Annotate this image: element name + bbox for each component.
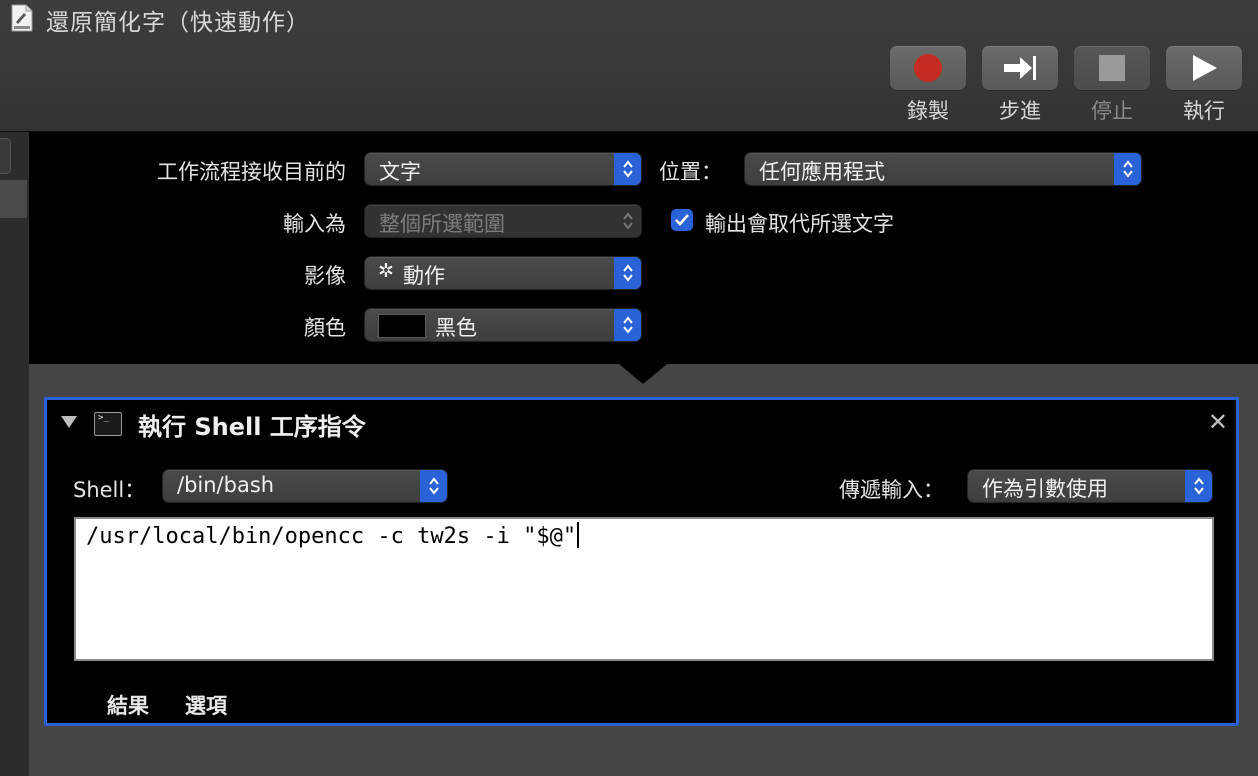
sidebar-selected-item[interactable] xyxy=(0,180,27,218)
image-popup[interactable]: ✲ 動作 xyxy=(365,257,641,289)
stop-icon xyxy=(1099,55,1125,81)
gear-icon: ✲ xyxy=(378,260,394,282)
step-button[interactable] xyxy=(982,46,1058,90)
input-label: 輸入為 xyxy=(283,212,346,236)
run-button[interactable] xyxy=(1166,46,1242,90)
workflow-document-icon xyxy=(11,4,33,32)
updown-chevron-icon xyxy=(614,309,641,341)
receives-popup[interactable]: 文字 xyxy=(365,153,641,185)
step-label: 步進 xyxy=(999,99,1041,123)
options-tab[interactable]: 選項 xyxy=(185,690,227,720)
pass-input-label: 傳遞輸入： xyxy=(839,478,944,502)
disclosure-triangle-icon[interactable] xyxy=(60,414,78,430)
input-value: 整個所選範圍 xyxy=(379,212,505,236)
updown-chevron-icon xyxy=(420,470,447,502)
record-button[interactable] xyxy=(890,46,966,90)
play-icon xyxy=(1193,55,1217,81)
input-popup[interactable]: 整個所選範圍 xyxy=(365,205,641,237)
stop-button[interactable] xyxy=(1074,46,1150,90)
image-value: 動作 xyxy=(403,264,445,288)
shell-label: Shell： xyxy=(73,478,146,502)
library-sidebar xyxy=(0,132,30,776)
stop-label: 停止 xyxy=(1091,99,1133,123)
shell-popup[interactable]: /bin/bash xyxy=(163,470,447,502)
script-text: /usr/local/bin/opencc -c tw2s -i "$@" xyxy=(86,524,577,549)
action-title: 執行 Shell 工序指令 xyxy=(138,413,366,441)
close-icon[interactable]: ✕ xyxy=(1208,408,1228,436)
receives-value: 文字 xyxy=(379,160,421,184)
workflow-settings: 工作流程接收目前的 文字 位置： 任何應用程式 輸入為 整個所選範圍 輸出會取代… xyxy=(29,132,1258,364)
checkmark-icon xyxy=(675,214,689,226)
output-replaces-checkbox[interactable] xyxy=(671,209,693,231)
updown-chevron-icon xyxy=(1114,153,1141,185)
color-value: 黑色 xyxy=(435,316,477,340)
title-toolbar: 還原簡化字（快速動作） 錄製 步進 停止 執行 xyxy=(0,0,1258,132)
record-icon xyxy=(914,54,942,82)
shell-value: /bin/bash xyxy=(177,473,275,497)
updown-chevron-icon xyxy=(614,257,641,289)
color-label: 顏色 xyxy=(304,316,346,340)
output-replaces-label: 輸出會取代所選文字 xyxy=(705,212,894,236)
run-shell-script-action[interactable]: >_ 執行 Shell 工序指令 ✕ Shell： /bin/bash 傳遞輸入… xyxy=(44,397,1239,726)
header-pointer xyxy=(619,364,667,384)
pass-input-popup[interactable]: 作為引數使用 xyxy=(968,470,1212,502)
location-label: 位置： xyxy=(659,160,722,184)
updown-chevron-icon xyxy=(1185,470,1212,502)
record-label: 錄製 xyxy=(907,99,949,123)
run-label: 執行 xyxy=(1183,99,1225,123)
location-popup[interactable]: 任何應用程式 xyxy=(745,153,1141,185)
script-editor[interactable]: /usr/local/bin/opencc -c tw2s -i "$@" xyxy=(74,517,1214,661)
terminal-icon: >_ xyxy=(94,412,122,436)
receives-label: 工作流程接收目前的 xyxy=(157,160,346,184)
color-swatch xyxy=(378,314,426,338)
color-popup[interactable]: 黑色 xyxy=(365,309,641,341)
sidebar-search-field[interactable] xyxy=(0,138,11,174)
text-caret xyxy=(577,522,580,548)
image-label: 影像 xyxy=(304,264,346,288)
updown-chevron-icon xyxy=(614,205,641,237)
pass-input-value: 作為引數使用 xyxy=(982,477,1108,501)
window-title: 還原簡化字（快速動作） xyxy=(46,10,310,36)
step-icon xyxy=(1004,56,1036,80)
results-tab[interactable]: 結果 xyxy=(107,690,149,720)
updown-chevron-icon xyxy=(614,153,641,185)
location-value: 任何應用程式 xyxy=(759,160,885,184)
